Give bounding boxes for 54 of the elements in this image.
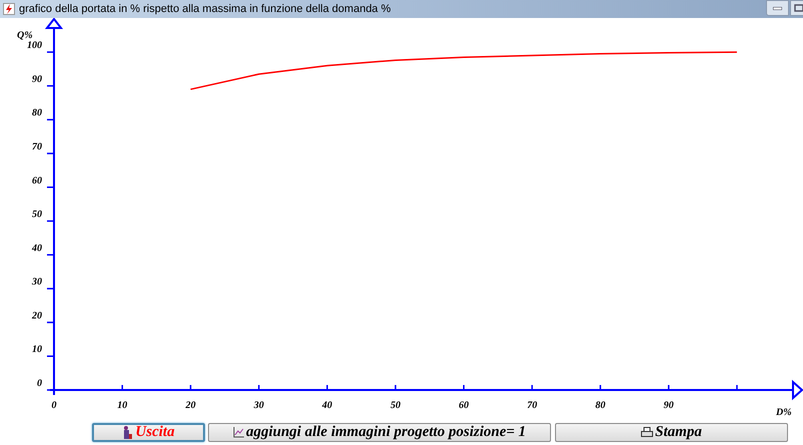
x-tick-label: 10 xyxy=(117,400,128,411)
window-title: grafico della portata in % rispetto alla massima in funzione della domanda % xyxy=(19,2,391,17)
y-tick-label: 90 xyxy=(32,74,42,85)
y-tick-label: 10 xyxy=(32,344,42,356)
person-icon xyxy=(122,426,134,439)
x-tick-label: 30 xyxy=(254,400,264,411)
y-axis-label: Q% xyxy=(17,30,33,41)
tick-mark xyxy=(47,254,54,256)
y-tick-label: 50 xyxy=(32,209,42,220)
tick-mark xyxy=(600,385,602,391)
printer-icon xyxy=(641,427,654,438)
y-tick-label: 80 xyxy=(32,108,42,119)
x-tick-label: 0 xyxy=(52,400,56,411)
maximize-icon xyxy=(794,4,803,12)
minimize-icon xyxy=(773,6,782,10)
tick-mark xyxy=(47,322,54,324)
tick-mark xyxy=(531,385,533,391)
tick-mark xyxy=(122,385,124,391)
tick-mark xyxy=(463,385,465,391)
print-button[interactable]: Stampa xyxy=(555,423,788,442)
tick-mark xyxy=(736,385,738,391)
x-tick-label: 40 xyxy=(322,400,332,411)
tick-mark xyxy=(47,152,54,154)
tick-mark xyxy=(47,85,54,87)
y-tick-label: 30 xyxy=(32,276,42,288)
x-tick-label: 90 xyxy=(664,400,674,411)
x-axis-label: D% xyxy=(776,407,792,418)
y-tick-label: 100 xyxy=(27,40,42,52)
tick-mark xyxy=(47,118,54,120)
add-image-button[interactable]: aggiungi alle immagini progetto posizione= 1 xyxy=(208,423,551,442)
y-tick-label: 70 xyxy=(32,141,42,152)
x-tick-label: 80 xyxy=(595,400,606,411)
minimize-button[interactable] xyxy=(766,0,789,16)
tick-mark xyxy=(47,186,54,188)
y-tick-label: 20 xyxy=(32,310,42,322)
tick-mark xyxy=(190,385,192,391)
tick-mark xyxy=(47,355,54,357)
tick-mark xyxy=(47,51,54,53)
tick-mark xyxy=(47,220,54,222)
app-icon xyxy=(3,3,15,15)
x-tick-label: 20 xyxy=(186,400,196,411)
y-tick-label: 0 xyxy=(37,378,42,389)
tick-mark xyxy=(394,385,396,391)
x-tick-label: 50 xyxy=(390,400,400,411)
tick-mark xyxy=(668,385,670,391)
y-tick-label: 40 xyxy=(32,242,42,254)
y-tick-label: 60 xyxy=(32,175,42,186)
x-tick-label: 70 xyxy=(527,400,538,411)
maximize-button[interactable] xyxy=(790,0,803,16)
x-tick-label: 60 xyxy=(458,400,469,411)
tick-mark xyxy=(47,288,54,290)
tick-mark xyxy=(258,385,260,391)
tick-mark xyxy=(326,385,328,391)
chart-icon xyxy=(233,427,244,438)
